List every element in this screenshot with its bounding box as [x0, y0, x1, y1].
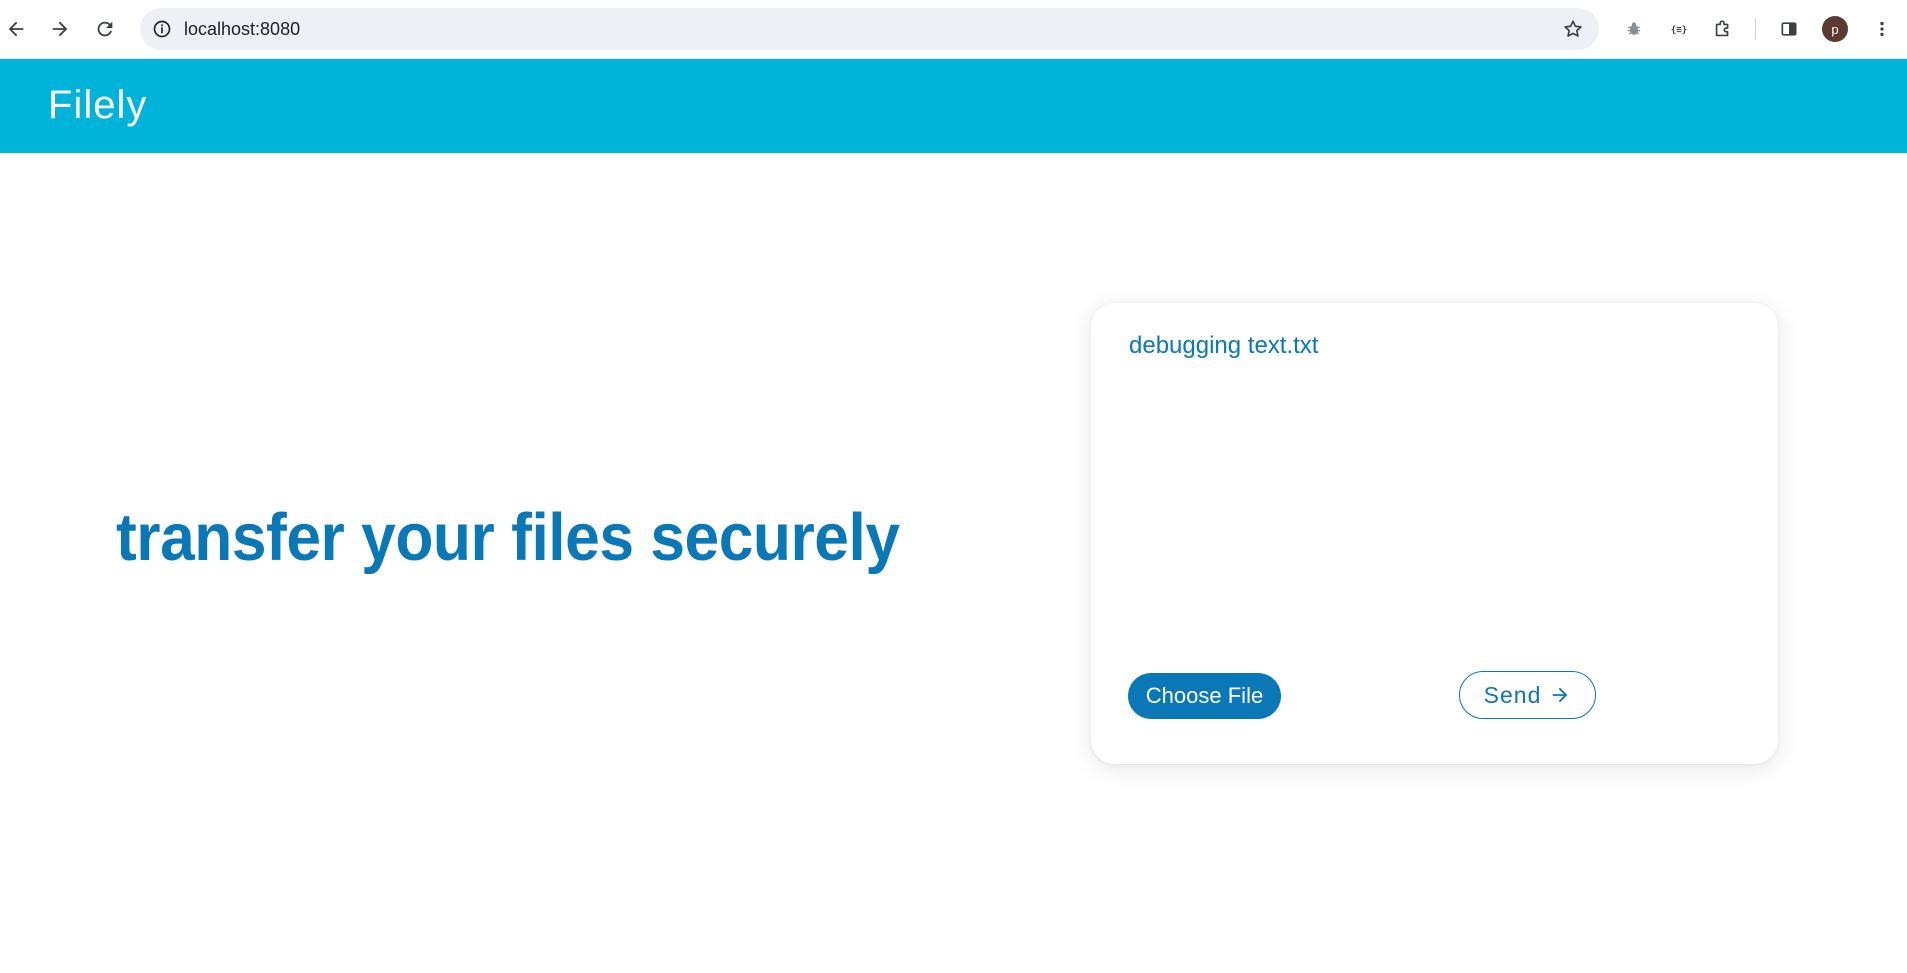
send-button-label: Send: [1483, 681, 1542, 708]
forward-button[interactable]: [44, 13, 76, 45]
hero-headline: transfer your files securely: [116, 500, 900, 575]
back-arrow-icon: [8, 21, 24, 37]
browser-toolbar: localhost:8080 {≡} p: [0, 0, 1907, 59]
profile-avatar[interactable]: p: [1822, 16, 1848, 42]
app-header: Filely: [0, 59, 1907, 153]
bug-extension-icon[interactable]: [1620, 15, 1648, 43]
side-panel-icon[interactable]: [1775, 15, 1803, 43]
selected-file-name: debugging text.txt: [1129, 332, 1319, 359]
app-title[interactable]: Filely: [48, 81, 147, 129]
back-button[interactable]: [0, 13, 32, 45]
json-extension-icon[interactable]: {≡}: [1665, 15, 1693, 43]
bookmark-star-icon[interactable]: [1561, 17, 1585, 41]
svg-text:{≡}: {≡}: [1671, 24, 1688, 35]
site-info-icon[interactable]: [150, 17, 174, 41]
url-text[interactable]: localhost:8080: [184, 19, 300, 39]
puzzle-extensions-icon[interactable]: [1709, 15, 1737, 43]
reload-icon: [97, 21, 113, 37]
choose-file-button[interactable]: Choose File: [1128, 673, 1281, 719]
address-bar[interactable]: localhost:8080: [140, 8, 1599, 50]
arrow-right-icon: [1549, 684, 1571, 706]
send-button[interactable]: Send: [1459, 671, 1596, 719]
upload-card: debugging text.txt Choose File Send: [1091, 303, 1778, 764]
kebab-menu-icon[interactable]: [1868, 15, 1896, 43]
reload-button[interactable]: [89, 13, 121, 45]
toolbar-divider: [1755, 18, 1756, 40]
forward-arrow-icon: [52, 21, 68, 37]
